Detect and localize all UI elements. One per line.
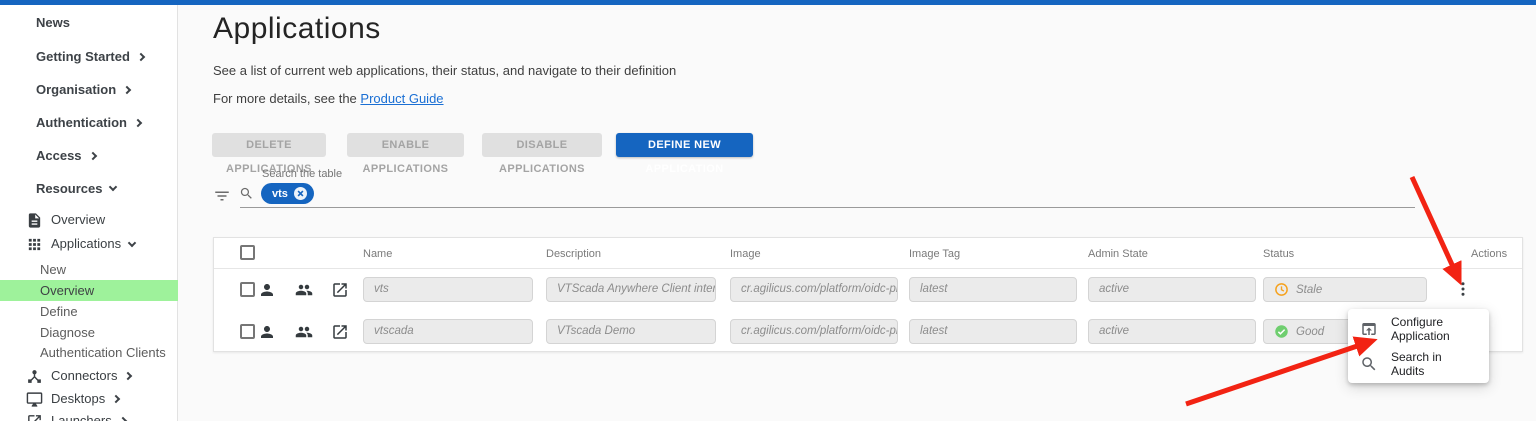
delete-applications-button[interactable]: DELETE APPLICATIONS: [212, 133, 326, 175]
chevron-right-icon: [118, 416, 127, 421]
column-header-status[interactable]: Status: [1263, 248, 1294, 260]
image-field[interactable]: cr.agilicus.com/platform/oidc-proxy: [730, 319, 898, 344]
sidebar-item-applications-overview[interactable]: Overview: [0, 280, 178, 301]
row-checkbox[interactable]: [240, 282, 255, 297]
person-icon[interactable]: [258, 281, 276, 299]
document-icon: [26, 212, 43, 229]
page-subtitle: See a list of current web applications, …: [213, 63, 677, 78]
filter-list-icon[interactable]: [213, 187, 231, 205]
desktop-icon: [26, 391, 43, 408]
row-actions-menu: Configure Application Search in Audits: [1348, 309, 1489, 383]
sidebar-item-organisation[interactable]: Organisation: [0, 80, 178, 100]
sidebar-item-authentication-clients[interactable]: Authentication Clients: [0, 343, 178, 363]
column-header-name[interactable]: Name: [363, 248, 392, 260]
chevron-right-icon: [88, 151, 97, 161]
sidebar-item-resources-overview[interactable]: Overview: [0, 210, 178, 230]
column-header-description[interactable]: Description: [546, 248, 601, 260]
description-field[interactable]: VTscada Demo: [546, 319, 716, 344]
cancel-icon[interactable]: [293, 187, 307, 200]
check-circle-icon: [1275, 325, 1288, 338]
top-accent-bar: [0, 0, 1536, 5]
menu-item-search-in-audits[interactable]: Search in Audits: [1348, 346, 1489, 381]
table-row: vtscada VTscada Demo cr.agilicus.com/pla…: [214, 311, 1522, 353]
enable-applications-button[interactable]: ENABLE APPLICATIONS: [347, 133, 464, 175]
page: News Getting Started Organisation Authen…: [0, 0, 1536, 421]
page-title: Applications: [213, 12, 381, 45]
search-input-label: Search the table: [262, 168, 343, 180]
sidebar-item-desktops[interactable]: Desktops: [0, 389, 178, 409]
apps-grid-icon: [26, 236, 43, 253]
description-field[interactable]: VTScada Anywhere Client interface: [546, 277, 716, 302]
column-header-image[interactable]: Image: [730, 248, 761, 260]
sidebar-item-authentication[interactable]: Authentication: [0, 113, 178, 133]
sidebar-item-applications-new[interactable]: New: [0, 260, 178, 280]
sidebar-item-launchers[interactable]: Launchers: [0, 411, 178, 421]
product-guide-link[interactable]: Product Guide: [360, 91, 443, 106]
menu-item-label: Configure Application: [1391, 314, 1450, 343]
search-filter-chip[interactable]: vts: [261, 183, 314, 204]
person-icon[interactable]: [258, 323, 276, 341]
name-field[interactable]: vts: [363, 277, 533, 302]
admin-state-field[interactable]: active: [1088, 277, 1256, 302]
search-icon: [1362, 356, 1376, 370]
applications-table: Name Description Image Image Tag Admin S…: [213, 237, 1523, 352]
group-icon[interactable]: [295, 281, 313, 299]
sidebar-item-connectors[interactable]: Connectors: [0, 366, 178, 386]
select-all-checkbox[interactable]: [240, 245, 255, 260]
chip-label: vts: [272, 187, 288, 200]
column-header-actions: Actions: [1471, 248, 1508, 260]
chevron-down-icon: [109, 182, 118, 192]
chevron-right-icon: [111, 394, 121, 403]
column-header-image-tag[interactable]: Image Tag: [909, 248, 960, 260]
sidebar-item-access[interactable]: Access: [0, 146, 178, 166]
group-icon[interactable]: [295, 323, 313, 341]
sidebar-item-applications[interactable]: Applications: [0, 234, 178, 254]
menu-item-label: Search in Audits: [1391, 349, 1442, 378]
launch-icon: [26, 413, 43, 421]
column-header-admin-state[interactable]: Admin State: [1088, 248, 1148, 260]
details-prefix: For more details, see the: [213, 91, 357, 106]
sidebar-item-applications-diagnose[interactable]: Diagnose: [0, 323, 178, 343]
sidebar-item-news[interactable]: News: [0, 13, 178, 33]
search-input[interactable]: [240, 207, 1415, 208]
sidebar-item-resources[interactable]: Resources: [0, 179, 178, 199]
chevron-right-icon: [124, 371, 133, 380]
chevron-right-icon: [136, 52, 146, 62]
open-in-new-icon[interactable]: [331, 323, 349, 341]
sidebar-item-getting-started[interactable]: Getting Started: [0, 47, 178, 67]
open-in-browser-icon: [1362, 322, 1376, 335]
name-field[interactable]: vtscada: [363, 319, 533, 344]
admin-state-field[interactable]: active: [1088, 319, 1256, 344]
status-text: Good: [1296, 325, 1325, 338]
define-new-application-button[interactable]: DEFINE NEW APPLICATION: [616, 133, 753, 175]
status-text: Stale: [1296, 283, 1323, 296]
open-in-new-icon[interactable]: [331, 281, 349, 299]
row-checkbox[interactable]: [240, 324, 255, 339]
menu-item-configure-application[interactable]: Configure Application: [1348, 311, 1489, 346]
image-tag-field[interactable]: latest: [909, 277, 1077, 302]
table-header-row: Name Description Image Image Tag Admin S…: [214, 238, 1522, 269]
clock-icon: [1275, 283, 1288, 296]
sidebar: News Getting Started Organisation Authen…: [0, 0, 178, 421]
search-icon: [240, 187, 252, 199]
table-row: vts VTScada Anywhere Client interface cr…: [214, 269, 1522, 311]
device-hub-icon: [26, 368, 43, 385]
chevron-right-icon: [133, 118, 143, 128]
chevron-right-icon: [122, 85, 132, 95]
sidebar-item-applications-define[interactable]: Define: [0, 302, 178, 322]
row-actions-more-vert-icon[interactable]: [1452, 278, 1474, 302]
chevron-down-icon: [127, 238, 137, 247]
status-field: Stale: [1263, 277, 1427, 302]
image-field[interactable]: cr.agilicus.com/platform/oidc-proxy: [730, 277, 898, 302]
image-tag-field[interactable]: latest: [909, 319, 1077, 344]
details-line: For more details, see the Product Guide: [213, 91, 444, 106]
disable-applications-button[interactable]: DISABLE APPLICATIONS: [482, 133, 602, 175]
